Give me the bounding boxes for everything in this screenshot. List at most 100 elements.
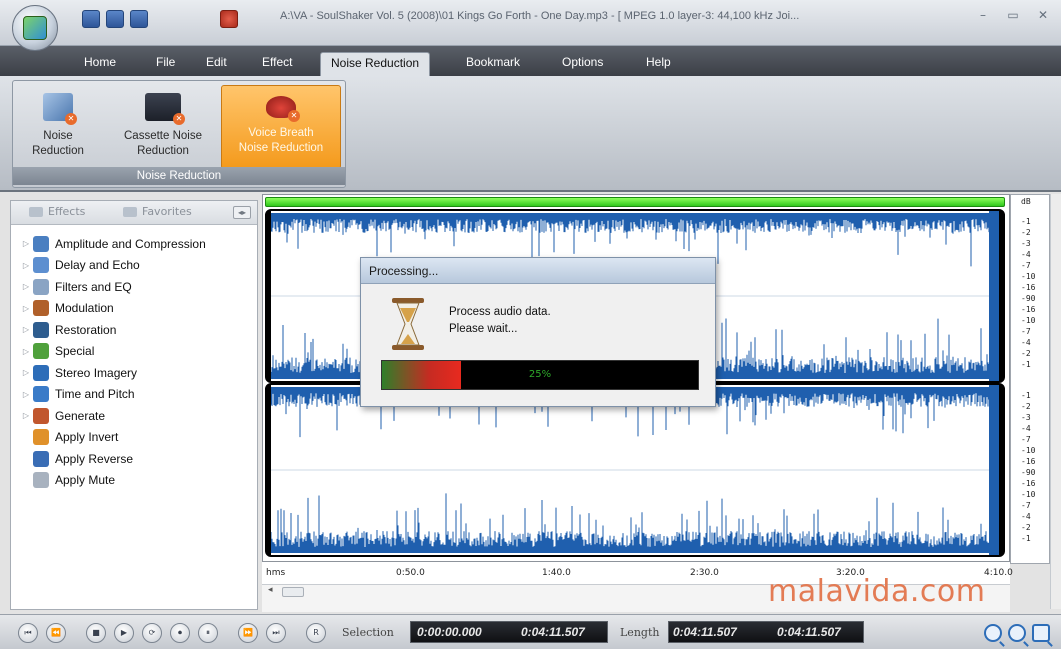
save-icon[interactable] bbox=[130, 10, 148, 28]
fast-forward-button[interactable]: ⏩ bbox=[238, 623, 258, 643]
window-title: A:\VA - SoulShaker Vol. 5 (2008)\01 King… bbox=[280, 10, 800, 22]
tab-help[interactable]: Help bbox=[636, 52, 681, 76]
go-to-start-button[interactable]: ⏮ bbox=[18, 623, 38, 643]
db-scale: dB -1 -2 -3 -4 -7 -10 -16 -90 -16 -10 -7 -4 -2 -1 -1 -2… bbox=[1010, 194, 1050, 564]
expand-arrow-icon[interactable]: ▷ bbox=[19, 261, 33, 270]
tree-item[interactable]: Apply Invert bbox=[11, 427, 257, 449]
new-file-icon[interactable] bbox=[82, 10, 100, 28]
tab-noise-reduction[interactable]: Noise Reduction bbox=[320, 52, 431, 76]
length-label: Length bbox=[620, 626, 660, 639]
tab-home[interactable]: Home bbox=[74, 52, 126, 76]
length-start: 0:04:11.507 bbox=[673, 625, 737, 639]
tree-item[interactable]: ▷ Special bbox=[11, 341, 257, 363]
cassette-icon bbox=[145, 93, 185, 125]
tree-item[interactable]: Apply Reverse bbox=[11, 448, 257, 470]
undo-icon[interactable] bbox=[220, 10, 238, 28]
selection-field[interactable]: 0:00:00.000 0:04:11.507 bbox=[410, 621, 608, 643]
ribbon-group-noise-reduction: Noise Reduction Cassette Noise Reduction… bbox=[12, 80, 346, 188]
record-mode-button[interactable]: R bbox=[306, 623, 326, 643]
waveform-right-svg bbox=[271, 385, 999, 555]
db-label: -4 bbox=[1021, 338, 1031, 347]
selection-start: 0:00:00.000 bbox=[417, 625, 482, 639]
tree-item-label: Apply Invert bbox=[55, 430, 119, 445]
panel-pin-button[interactable]: ◂▸ bbox=[233, 206, 251, 219]
zoom-fit-icon[interactable] bbox=[1032, 624, 1050, 642]
db-label: -90 bbox=[1021, 468, 1036, 477]
db-label: -2 bbox=[1021, 228, 1031, 237]
tab-effects[interactable]: Effects bbox=[29, 205, 85, 218]
db-label: -3 bbox=[1021, 239, 1031, 248]
expand-arrow-icon[interactable]: ▷ bbox=[19, 368, 33, 377]
vertical-scrollbar[interactable] bbox=[1050, 194, 1061, 609]
tree-item[interactable]: ▷ Delay and Echo bbox=[11, 255, 257, 277]
tree-item[interactable]: ▷ Amplitude and Compression bbox=[11, 233, 257, 255]
db-label: -7 bbox=[1021, 327, 1031, 336]
db-label: -1 bbox=[1021, 534, 1031, 543]
scroll-thumb[interactable] bbox=[282, 587, 304, 597]
effect-icon bbox=[33, 321, 49, 338]
zoom-out-icon[interactable] bbox=[1008, 624, 1026, 642]
scroll-left-icon[interactable]: ◂ bbox=[268, 585, 273, 595]
go-to-end-button[interactable]: ⏭ bbox=[266, 623, 286, 643]
ribbon: Noise Reduction Cassette Noise Reduction… bbox=[0, 76, 1061, 192]
time-label: hms bbox=[266, 568, 286, 578]
effect-icon bbox=[33, 472, 49, 489]
effects-icon bbox=[29, 206, 43, 217]
db-label: -10 bbox=[1021, 446, 1036, 455]
waveform-tail bbox=[989, 385, 999, 555]
rewind-button[interactable]: ⏪ bbox=[46, 623, 66, 643]
db-label: -7 bbox=[1021, 261, 1031, 270]
expand-arrow-icon[interactable]: ▷ bbox=[19, 411, 33, 420]
length-field[interactable]: 0:04:11.507 0:04:11.507 bbox=[668, 621, 864, 643]
expand-arrow-icon[interactable]: ▷ bbox=[19, 304, 33, 313]
minimize-button[interactable]: – bbox=[973, 8, 993, 22]
expand-arrow-icon[interactable]: ▷ bbox=[19, 347, 33, 356]
tree-item[interactable]: ▷ Filters and EQ bbox=[11, 276, 257, 298]
favorites-icon bbox=[123, 206, 137, 217]
loop-button[interactable]: ⟳ bbox=[142, 623, 162, 643]
quick-access-toolbar bbox=[76, 10, 238, 28]
tree-item-label: Filters and EQ bbox=[55, 279, 132, 294]
record-button[interactable]: ⏺ bbox=[170, 623, 190, 643]
waveform-channel-right[interactable] bbox=[265, 383, 1005, 557]
voice-breath-noise-reduction-button[interactable]: Voice Breath Noise Reduction bbox=[221, 85, 341, 169]
tab-file[interactable]: File bbox=[146, 52, 185, 76]
tab-effect[interactable]: Effect bbox=[252, 52, 302, 76]
db-label: -4 bbox=[1021, 424, 1031, 433]
maximize-button[interactable]: ▭ bbox=[1003, 8, 1023, 22]
tree-item[interactable]: ▷ Modulation bbox=[11, 298, 257, 320]
effect-icon bbox=[33, 364, 49, 381]
open-file-icon[interactable] bbox=[106, 10, 124, 28]
selection-end: 0:04:11.507 bbox=[521, 625, 585, 639]
lips-icon bbox=[266, 96, 300, 122]
expand-arrow-icon[interactable]: ▷ bbox=[19, 239, 33, 248]
expand-arrow-icon[interactable]: ▷ bbox=[19, 390, 33, 399]
db-label: -3 bbox=[1021, 413, 1031, 422]
db-label: -1 bbox=[1021, 217, 1031, 226]
pause-button[interactable]: ⏸ bbox=[198, 623, 218, 643]
tree-item[interactable]: ▷ Restoration bbox=[11, 319, 257, 341]
close-button[interactable]: ✕ bbox=[1033, 8, 1053, 22]
overview-bar[interactable] bbox=[265, 197, 1005, 207]
cassette-noise-reduction-button[interactable]: Cassette Noise Reduction bbox=[111, 85, 215, 169]
effects-panel: Effects Favorites ◂▸ ▷ Amplitude and Comp… bbox=[10, 200, 258, 610]
tab-options[interactable]: Options bbox=[552, 52, 613, 76]
effect-icon bbox=[33, 407, 49, 424]
tab-bookmark[interactable]: Bookmark bbox=[456, 52, 530, 76]
expand-arrow-icon[interactable]: ▷ bbox=[19, 282, 33, 291]
zoom-in-icon[interactable] bbox=[984, 624, 1002, 642]
noise-reduction-button[interactable]: Noise Reduction bbox=[15, 85, 101, 169]
tree-item[interactable]: Apply Mute bbox=[11, 470, 257, 492]
play-button[interactable]: ▶ bbox=[114, 623, 134, 643]
tree-item[interactable]: ▷ Stereo Imagery bbox=[11, 362, 257, 384]
tab-edit[interactable]: Edit bbox=[196, 52, 237, 76]
tree-item-label: Restoration bbox=[55, 322, 117, 337]
application-menu-button[interactable] bbox=[12, 5, 58, 51]
tree-item[interactable]: ▷ Time and Pitch bbox=[11, 384, 257, 406]
tree-item[interactable]: ▷ Generate bbox=[11, 405, 257, 427]
waveform-tail bbox=[989, 211, 999, 381]
db-label: -10 bbox=[1021, 490, 1036, 499]
expand-arrow-icon[interactable]: ▷ bbox=[19, 325, 33, 334]
stop-button[interactable]: ■ bbox=[86, 623, 106, 643]
tab-favorites[interactable]: Favorites bbox=[123, 205, 192, 218]
